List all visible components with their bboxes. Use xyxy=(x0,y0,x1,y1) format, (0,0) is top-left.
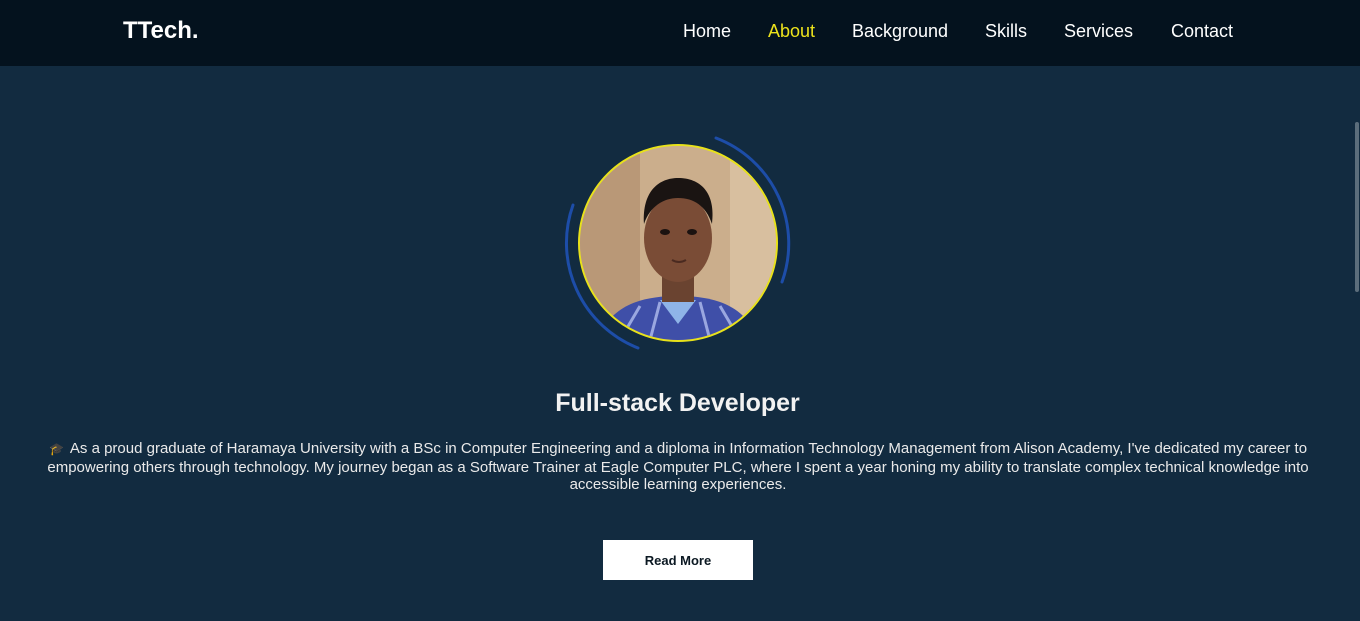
graduation-cap-icon: 🎓 xyxy=(48,442,64,456)
nav-link-contact[interactable]: Contact xyxy=(1171,19,1233,43)
nav-link-background[interactable]: Background xyxy=(852,19,948,43)
site-logo[interactable]: TTech. xyxy=(123,17,199,45)
profile-image-section xyxy=(558,130,798,356)
profile-photo xyxy=(580,146,776,340)
nav-link-home[interactable]: Home xyxy=(683,19,731,43)
nav-link-about[interactable]: About xyxy=(768,19,815,43)
navbar: TTech. Home About Background Skills Serv… xyxy=(0,0,1360,66)
scrollbar[interactable] xyxy=(1354,66,1360,621)
read-more-button[interactable]: Read More xyxy=(603,540,753,580)
role-title: Full-stack Developer xyxy=(555,389,800,417)
scrollbar-thumb[interactable] xyxy=(1355,122,1359,292)
bio-text: As a proud graduate of Haramaya Universi… xyxy=(47,440,1309,493)
nav-link-services[interactable]: Services xyxy=(1064,19,1133,43)
nav-link-skills[interactable]: Skills xyxy=(985,19,1027,43)
avatar xyxy=(578,144,778,342)
bio-paragraph: 🎓 As a proud graduate of Haramaya Univers… xyxy=(38,440,1318,494)
